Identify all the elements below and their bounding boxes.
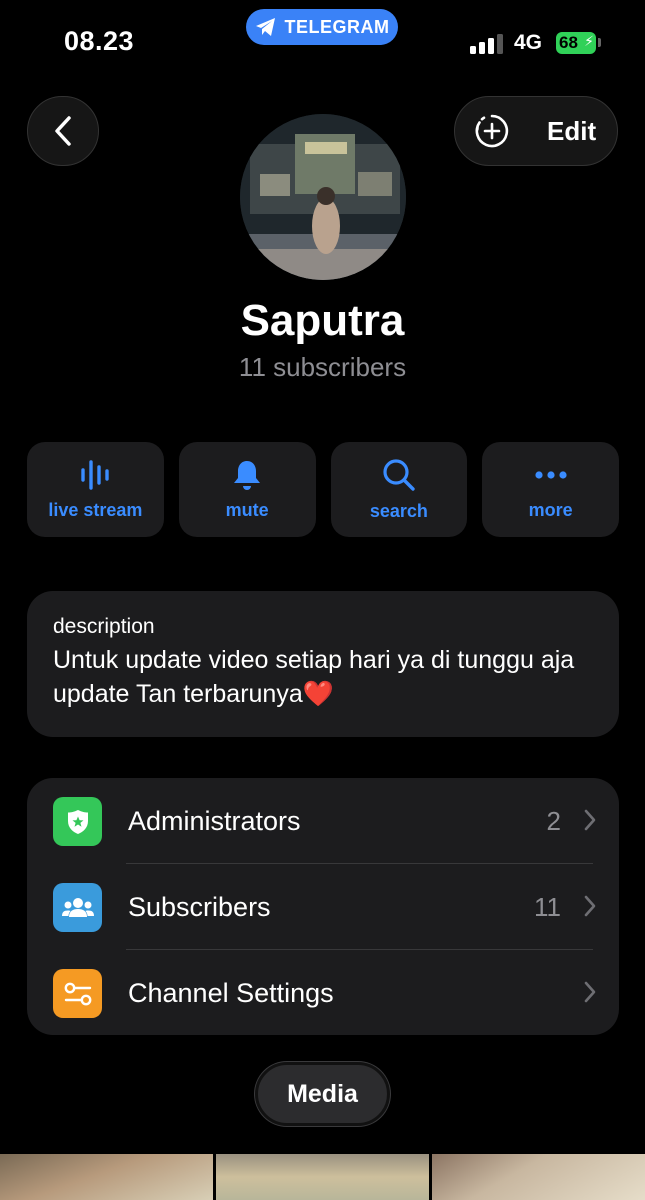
more-icon bbox=[535, 471, 567, 479]
subscriber-count: 11 subscribers bbox=[238, 352, 407, 382]
row-label: Subscribers bbox=[128, 891, 271, 922]
list-item-channel-settings[interactable]: Channel Settings bbox=[27, 950, 619, 1036]
channel-avatar[interactable] bbox=[240, 114, 406, 280]
app-pill-label: TELEGRAM bbox=[284, 16, 390, 37]
battery-cap bbox=[598, 38, 601, 47]
action-label: live stream bbox=[48, 500, 143, 520]
chevron-right-icon bbox=[584, 809, 596, 831]
description-text: Untuk update video setiap hari ya di tun… bbox=[53, 646, 575, 708]
status-time: 08.23 bbox=[64, 26, 135, 56]
mute-button[interactable]: mute bbox=[178, 442, 316, 537]
charging-bolt-icon: ⚡ bbox=[584, 33, 594, 49]
chevron-right-icon bbox=[584, 981, 596, 1003]
back-button[interactable] bbox=[27, 96, 99, 166]
channel-settings-list: Administrators 2 Subscribers 11 Channel … bbox=[27, 778, 619, 1035]
media-tab[interactable]: Media bbox=[255, 1062, 390, 1126]
row-label: Administrators bbox=[128, 805, 301, 836]
channel-name: Saputra bbox=[240, 296, 405, 345]
header-actions: Edit bbox=[454, 96, 618, 166]
bell-icon bbox=[234, 461, 261, 490]
more-button[interactable]: more bbox=[482, 442, 619, 537]
admin-shield-icon bbox=[53, 797, 102, 846]
list-item-administrators[interactable]: Administrators 2 bbox=[27, 778, 619, 864]
media-thumbnail[interactable] bbox=[0, 1154, 213, 1200]
add-story-icon bbox=[475, 114, 509, 148]
live-stream-button[interactable]: live stream bbox=[27, 442, 164, 537]
live-stream-icon bbox=[81, 460, 110, 490]
action-label: search bbox=[369, 501, 428, 521]
signal-icon bbox=[470, 32, 506, 54]
network-type: 4G bbox=[514, 31, 543, 54]
list-item-subscribers[interactable]: Subscribers 11 bbox=[27, 864, 619, 950]
row-count: 2 bbox=[546, 805, 561, 836]
search-button[interactable]: search bbox=[330, 442, 468, 537]
chevron-right-icon bbox=[584, 895, 596, 917]
chevron-left-icon bbox=[55, 116, 71, 146]
description-title: description bbox=[53, 615, 155, 638]
action-bar: live stream mute search more bbox=[27, 442, 619, 537]
add-story-button[interactable] bbox=[455, 96, 529, 166]
media-grid bbox=[0, 1154, 645, 1200]
row-count: 11 bbox=[534, 891, 561, 922]
action-label: mute bbox=[225, 500, 269, 520]
battery-level: 68 bbox=[559, 33, 578, 52]
avatar-photo bbox=[240, 114, 406, 280]
media-thumbnail[interactable] bbox=[432, 1154, 645, 1200]
row-label: Channel Settings bbox=[128, 977, 334, 1008]
people-icon bbox=[53, 883, 102, 932]
battery-icon: 68 ⚡ bbox=[556, 32, 596, 54]
description-card: description Untuk update video setiap ha… bbox=[27, 591, 619, 737]
media-thumbnail[interactable] bbox=[216, 1154, 429, 1200]
edit-button[interactable]: Edit bbox=[547, 116, 596, 147]
action-label: more bbox=[528, 500, 573, 520]
telegram-icon bbox=[255, 18, 275, 36]
telegram-app-pill[interactable]: TELEGRAM bbox=[246, 9, 398, 45]
search-icon bbox=[383, 459, 415, 491]
settings-toggles-icon bbox=[53, 969, 102, 1018]
